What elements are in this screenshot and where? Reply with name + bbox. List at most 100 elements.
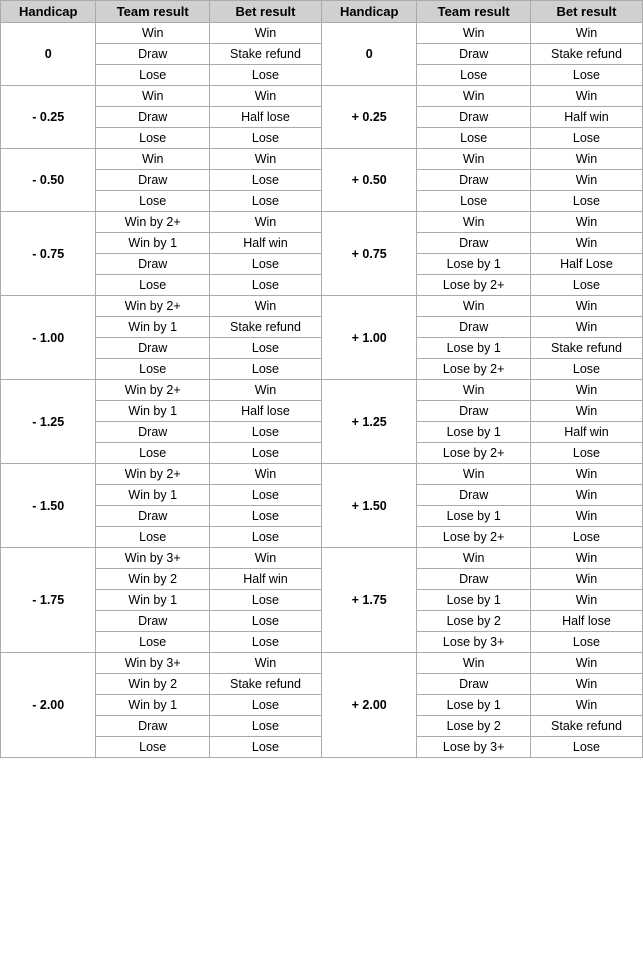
- right-bet-result: Win: [530, 653, 642, 674]
- right-bet-result: Win: [530, 317, 642, 338]
- right-bet-result: Lose: [530, 65, 642, 86]
- right-team-result: Lose by 3+: [417, 737, 531, 758]
- right-team-result: Win: [417, 86, 531, 107]
- left-bet-result: Lose: [209, 737, 321, 758]
- left-bet-result: Stake refund: [209, 674, 321, 695]
- left-team-result: Win by 1: [96, 485, 210, 506]
- left-bet-result: Lose: [209, 611, 321, 632]
- left-team-result: Lose: [96, 527, 210, 548]
- left-bet-result: Win: [209, 653, 321, 674]
- right-handicap-cell: + 0.50: [321, 149, 416, 212]
- left-team-result: Win by 2: [96, 569, 210, 590]
- left-bet-result: Lose: [209, 485, 321, 506]
- left-bet-result: Lose: [209, 338, 321, 359]
- right-team-result: Draw: [417, 233, 531, 254]
- right-team-result: Draw: [417, 569, 531, 590]
- left-team-result: Win by 3+: [96, 548, 210, 569]
- left-bet-result: Lose: [209, 128, 321, 149]
- right-handicap-cell: + 1.50: [321, 464, 416, 548]
- table-row: - 0.50WinWin+ 0.50WinWin: [1, 149, 643, 170]
- right-team-result: Win: [417, 149, 531, 170]
- right-bet-result: Win: [530, 506, 642, 527]
- table-row: - 0.75Win by 2+Win+ 0.75WinWin: [1, 212, 643, 233]
- right-team-result: Lose: [417, 191, 531, 212]
- right-team-result: Lose by 2+: [417, 275, 531, 296]
- left-bet-result: Win: [209, 380, 321, 401]
- right-bet-result: Lose: [530, 443, 642, 464]
- right-bet-result: Win: [530, 233, 642, 254]
- left-bet-result: Win: [209, 464, 321, 485]
- left-team-result: Win by 2+: [96, 380, 210, 401]
- left-bet-result: Stake refund: [209, 44, 321, 65]
- left-bet-result: Lose: [209, 632, 321, 653]
- right-team-result: Lose by 2: [417, 611, 531, 632]
- left-bet-result: Lose: [209, 506, 321, 527]
- right-bet-result: Stake refund: [530, 44, 642, 65]
- right-team-result: Draw: [417, 317, 531, 338]
- right-team-result: Draw: [417, 107, 531, 128]
- left-team-result: Lose: [96, 65, 210, 86]
- left-handicap-cell: - 0.50: [1, 149, 96, 212]
- left-bet-result: Half win: [209, 233, 321, 254]
- right-team-result: Draw: [417, 674, 531, 695]
- left-team-result: Win by 1: [96, 401, 210, 422]
- left-bet-result: Lose: [209, 716, 321, 737]
- table-row: - 0.25WinWin+ 0.25WinWin: [1, 86, 643, 107]
- right-bet-result: Lose: [530, 527, 642, 548]
- left-team-result: Lose: [96, 443, 210, 464]
- left-team-result: Lose: [96, 737, 210, 758]
- right-team-result: Draw: [417, 170, 531, 191]
- left-team-result: Lose: [96, 275, 210, 296]
- right-team-result: Win: [417, 653, 531, 674]
- left-team-result: Draw: [96, 716, 210, 737]
- right-bet-result: Half win: [530, 422, 642, 443]
- right-bet-result: Win: [530, 485, 642, 506]
- column-header: Team result: [417, 1, 531, 23]
- right-team-result: Lose by 2+: [417, 359, 531, 380]
- right-team-result: Win: [417, 548, 531, 569]
- right-bet-result: Lose: [530, 128, 642, 149]
- table-row: 0WinWin0WinWin: [1, 23, 643, 44]
- left-team-result: Win: [96, 149, 210, 170]
- table-row: - 1.00Win by 2+Win+ 1.00WinWin: [1, 296, 643, 317]
- right-team-result: Lose: [417, 128, 531, 149]
- left-handicap-cell: 0: [1, 23, 96, 86]
- left-bet-result: Lose: [209, 359, 321, 380]
- right-handicap-cell: + 0.75: [321, 212, 416, 296]
- right-team-result: Win: [417, 464, 531, 485]
- right-bet-result: Win: [530, 212, 642, 233]
- left-bet-result: Win: [209, 296, 321, 317]
- left-bet-result: Win: [209, 149, 321, 170]
- right-bet-result: Win: [530, 464, 642, 485]
- column-header: Bet result: [530, 1, 642, 23]
- left-bet-result: Lose: [209, 191, 321, 212]
- left-team-result: Draw: [96, 44, 210, 65]
- left-bet-result: Lose: [209, 443, 321, 464]
- right-team-result: Draw: [417, 401, 531, 422]
- left-handicap-cell: - 0.75: [1, 212, 96, 296]
- right-bet-result: Win: [530, 170, 642, 191]
- left-team-result: Win by 2+: [96, 212, 210, 233]
- right-bet-result: Half win: [530, 107, 642, 128]
- left-bet-result: Stake refund: [209, 317, 321, 338]
- column-header: Bet result: [209, 1, 321, 23]
- right-bet-result: Win: [530, 380, 642, 401]
- right-bet-result: Lose: [530, 359, 642, 380]
- table-row: - 2.00Win by 3+Win+ 2.00WinWin: [1, 653, 643, 674]
- left-handicap-cell: - 2.00: [1, 653, 96, 758]
- right-handicap-cell: + 0.25: [321, 86, 416, 149]
- right-bet-result: Half lose: [530, 611, 642, 632]
- right-bet-result: Win: [530, 548, 642, 569]
- left-team-result: Win by 2+: [96, 464, 210, 485]
- left-bet-result: Lose: [209, 170, 321, 191]
- right-bet-result: Stake refund: [530, 338, 642, 359]
- left-handicap-cell: - 1.75: [1, 548, 96, 653]
- right-team-result: Win: [417, 212, 531, 233]
- left-handicap-cell: - 1.25: [1, 380, 96, 464]
- table-row: - 1.75Win by 3+Win+ 1.75WinWin: [1, 548, 643, 569]
- right-handicap-cell: + 2.00: [321, 653, 416, 758]
- right-bet-result: Lose: [530, 632, 642, 653]
- right-bet-result: Win: [530, 674, 642, 695]
- right-bet-result: Win: [530, 401, 642, 422]
- right-bet-result: Win: [530, 149, 642, 170]
